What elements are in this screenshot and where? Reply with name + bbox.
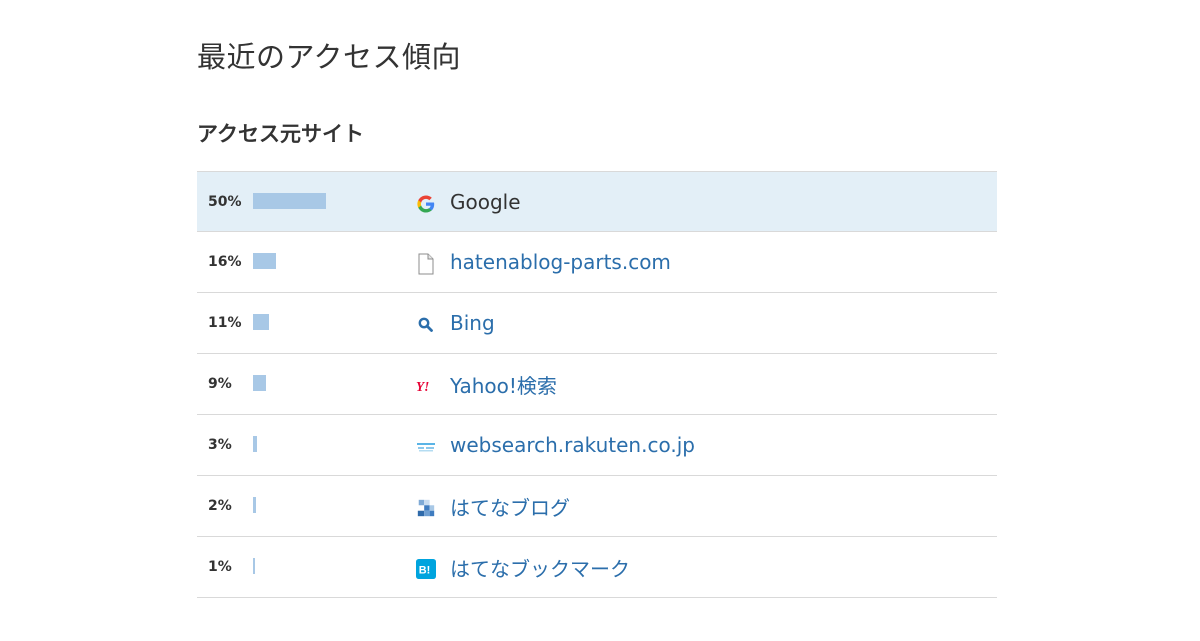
table-row: 3% websearch.rakuten.co.jp xyxy=(197,415,997,476)
referrer-link[interactable]: Bing xyxy=(450,293,495,353)
table-row: 2% はてなブログ xyxy=(197,476,997,537)
table-row: 11% Bing xyxy=(197,293,997,354)
percent-label: 11% xyxy=(208,315,242,331)
svg-text:Y!: Y! xyxy=(416,379,429,394)
referrer-link[interactable]: hatenablog-parts.com xyxy=(450,232,671,292)
search-icon xyxy=(416,315,436,335)
percent-label: 16% xyxy=(208,254,242,270)
percent-bar xyxy=(253,314,269,330)
percent-bar xyxy=(253,375,266,391)
percent-bar xyxy=(253,497,256,513)
percent-label: 2% xyxy=(208,498,232,514)
percent-bar xyxy=(253,253,276,269)
referrer-link[interactable]: Yahoo!検索 xyxy=(450,354,557,414)
hatena-bookmark-icon: B! xyxy=(416,559,436,579)
referrer-link[interactable]: はてなブックマーク xyxy=(450,537,630,597)
google-icon xyxy=(416,194,436,214)
hatena-blog-icon xyxy=(416,498,436,518)
table-row: 1% B! はてなブックマーク xyxy=(197,537,997,598)
percent-bar xyxy=(253,193,326,209)
page-title: 最近のアクセス傾向 xyxy=(197,40,462,74)
percent-label: 3% xyxy=(208,437,232,453)
percent-bar xyxy=(253,436,257,452)
table-row: 50% Google xyxy=(197,171,997,232)
percent-label: 50% xyxy=(208,193,242,210)
svg-text:B!: B! xyxy=(419,565,431,577)
table-row: 16% hatenablog-parts.com xyxy=(197,232,997,293)
yahoo-icon: Y! xyxy=(416,376,436,396)
referrer-table: 50% Google 16% hatenablog-parts.com 11% … xyxy=(197,171,997,598)
referrer-link[interactable]: はてなブログ xyxy=(450,476,570,536)
percent-label: 9% xyxy=(208,376,232,392)
document-icon xyxy=(416,253,436,275)
percent-bar xyxy=(253,558,255,574)
referrer-name: Google xyxy=(450,189,521,214)
table-row: 9% Y! Yahoo!検索 xyxy=(197,354,997,415)
referrer-link[interactable]: websearch.rakuten.co.jp xyxy=(450,415,695,475)
rakuten-icon xyxy=(416,437,436,457)
section-title: アクセス元サイト xyxy=(197,122,364,146)
percent-label: 1% xyxy=(208,559,232,575)
